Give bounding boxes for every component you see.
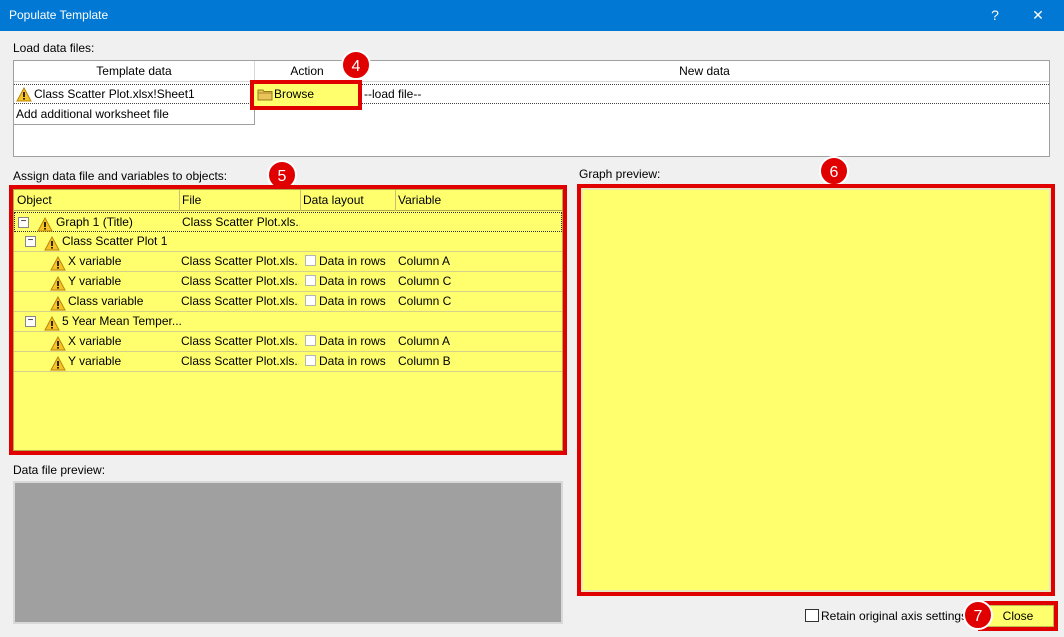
data-layout-cell: Data in rows [319,274,386,288]
object-cell: X variable [68,334,122,348]
warning-icon [44,314,60,333]
object-cell: Graph 1 (Title) [56,215,133,229]
data-layout-cell: Data in rows [319,294,386,308]
template-data-cell: Class Scatter Plot.xlsx!Sheet1 [34,87,195,101]
title-bar: Populate Template ? ✕ [0,0,1064,31]
collapse-icon[interactable]: − [25,236,36,247]
data-layout-checkbox[interactable] [305,272,319,291]
load-data-grid: Template data Action New data Class Scat… [13,60,1050,157]
file-cell: Class Scatter Plot.xls... [181,274,299,288]
tree-row-variable[interactable]: Class variable Class Scatter Plot.xls...… [14,292,562,312]
graph-preview-label: Graph preview: [579,167,661,181]
browse-button[interactable]: Browse [254,84,358,106]
warning-icon [50,274,66,293]
load-data-label: Load data files: [13,41,95,55]
file-cell: Class Scatter Plot.xls... [181,294,299,308]
retain-axis-checkbox[interactable] [805,609,819,622]
assign-grid: Object File Data layout Variable − Graph… [13,189,563,451]
new-data-cell: --load file-- [364,87,422,101]
object-cell: Y variable [68,354,122,368]
data-layout-checkbox[interactable] [305,292,319,311]
data-layout-checkbox[interactable] [305,252,319,271]
object-cell: Class Scatter Plot 1 [62,234,168,248]
annotation-badge-7: 7 [963,600,993,630]
object-cell: Class variable [68,294,144,308]
header-variable: Variable [398,193,442,207]
object-cell: Y variable [68,274,122,288]
collapse-icon[interactable]: − [18,217,29,228]
warning-icon [16,87,32,102]
variable-cell[interactable]: Column B [398,352,451,371]
tree-row-variable[interactable]: X variable Class Scatter Plot.xls... Dat… [14,252,562,272]
header-template-data: Template data [14,61,255,82]
warning-icon [44,234,60,253]
warning-icon [50,294,66,313]
tree-row-variable[interactable]: Y variable Class Scatter Plot.xls... Dat… [14,352,562,372]
close-window-button[interactable]: ✕ [1023,1,1053,30]
header-new-data: New data [360,61,1049,82]
annotation-badge-4: 4 [341,50,371,80]
tree-row-graph-1[interactable]: − Graph 1 (Title) Class Scatter Plot.xls… [14,212,562,232]
header-object: Object [17,193,52,207]
header-file: File [182,193,202,207]
file-cell: Class Scatter Plot.xls... [181,334,299,348]
variable-cell[interactable]: Column C [398,272,451,291]
data-layout-cell: Data in rows [319,334,386,348]
data-layout-checkbox[interactable] [305,352,319,371]
file-cell: Class Scatter Plot.xls... [181,254,299,268]
collapse-icon[interactable]: − [25,316,36,327]
warning-icon [50,254,66,273]
window-title: Populate Template [9,8,109,22]
tree-row-variable[interactable]: X variable Class Scatter Plot.xls... Dat… [14,332,562,352]
assign-label: Assign data file and variables to object… [13,169,228,183]
tree-row-class-scatter-plot[interactable]: − Class Scatter Plot 1 [14,232,562,252]
annotation-badge-6: 6 [819,156,849,186]
browse-label: Browse [274,87,315,101]
variable-cell[interactable]: Column A [398,252,450,271]
warning-icon [50,334,66,353]
data-layout-cell: Data in rows [319,254,386,268]
assign-grid-header: Object File Data layout Variable [14,190,562,211]
data-file-preview-label: Data file preview: [13,463,106,477]
variable-cell[interactable]: Column C [398,292,451,311]
header-data-layout: Data layout [303,193,364,207]
variable-cell[interactable]: Column A [398,332,450,351]
tree-row-variable[interactable]: Y variable Class Scatter Plot.xls... Dat… [14,272,562,292]
help-button[interactable]: ? [983,1,1007,30]
data-layout-checkbox[interactable] [305,332,319,351]
object-cell: 5 Year Mean Temper... [62,314,182,328]
tree-row-5-year-mean[interactable]: − 5 Year Mean Temper... [14,312,562,332]
warning-icon [50,354,66,373]
add-worksheet-label: Add additional worksheet file [16,107,169,121]
graph-preview-panel [581,188,1051,592]
data-file-preview-panel [13,481,563,624]
file-cell: Class Scatter Plot.xls... [181,354,299,368]
load-row-1[interactable]: Class Scatter Plot.xlsx!Sheet1 --load fi… [14,84,1049,104]
data-layout-cell: Data in rows [319,354,386,368]
retain-axis-label: Retain original axis settings [821,609,968,623]
add-worksheet-row[interactable]: Add additional worksheet file [14,104,255,125]
folder-icon [257,87,273,104]
object-cell: X variable [68,254,122,268]
file-cell: Class Scatter Plot.xls... [182,215,300,229]
